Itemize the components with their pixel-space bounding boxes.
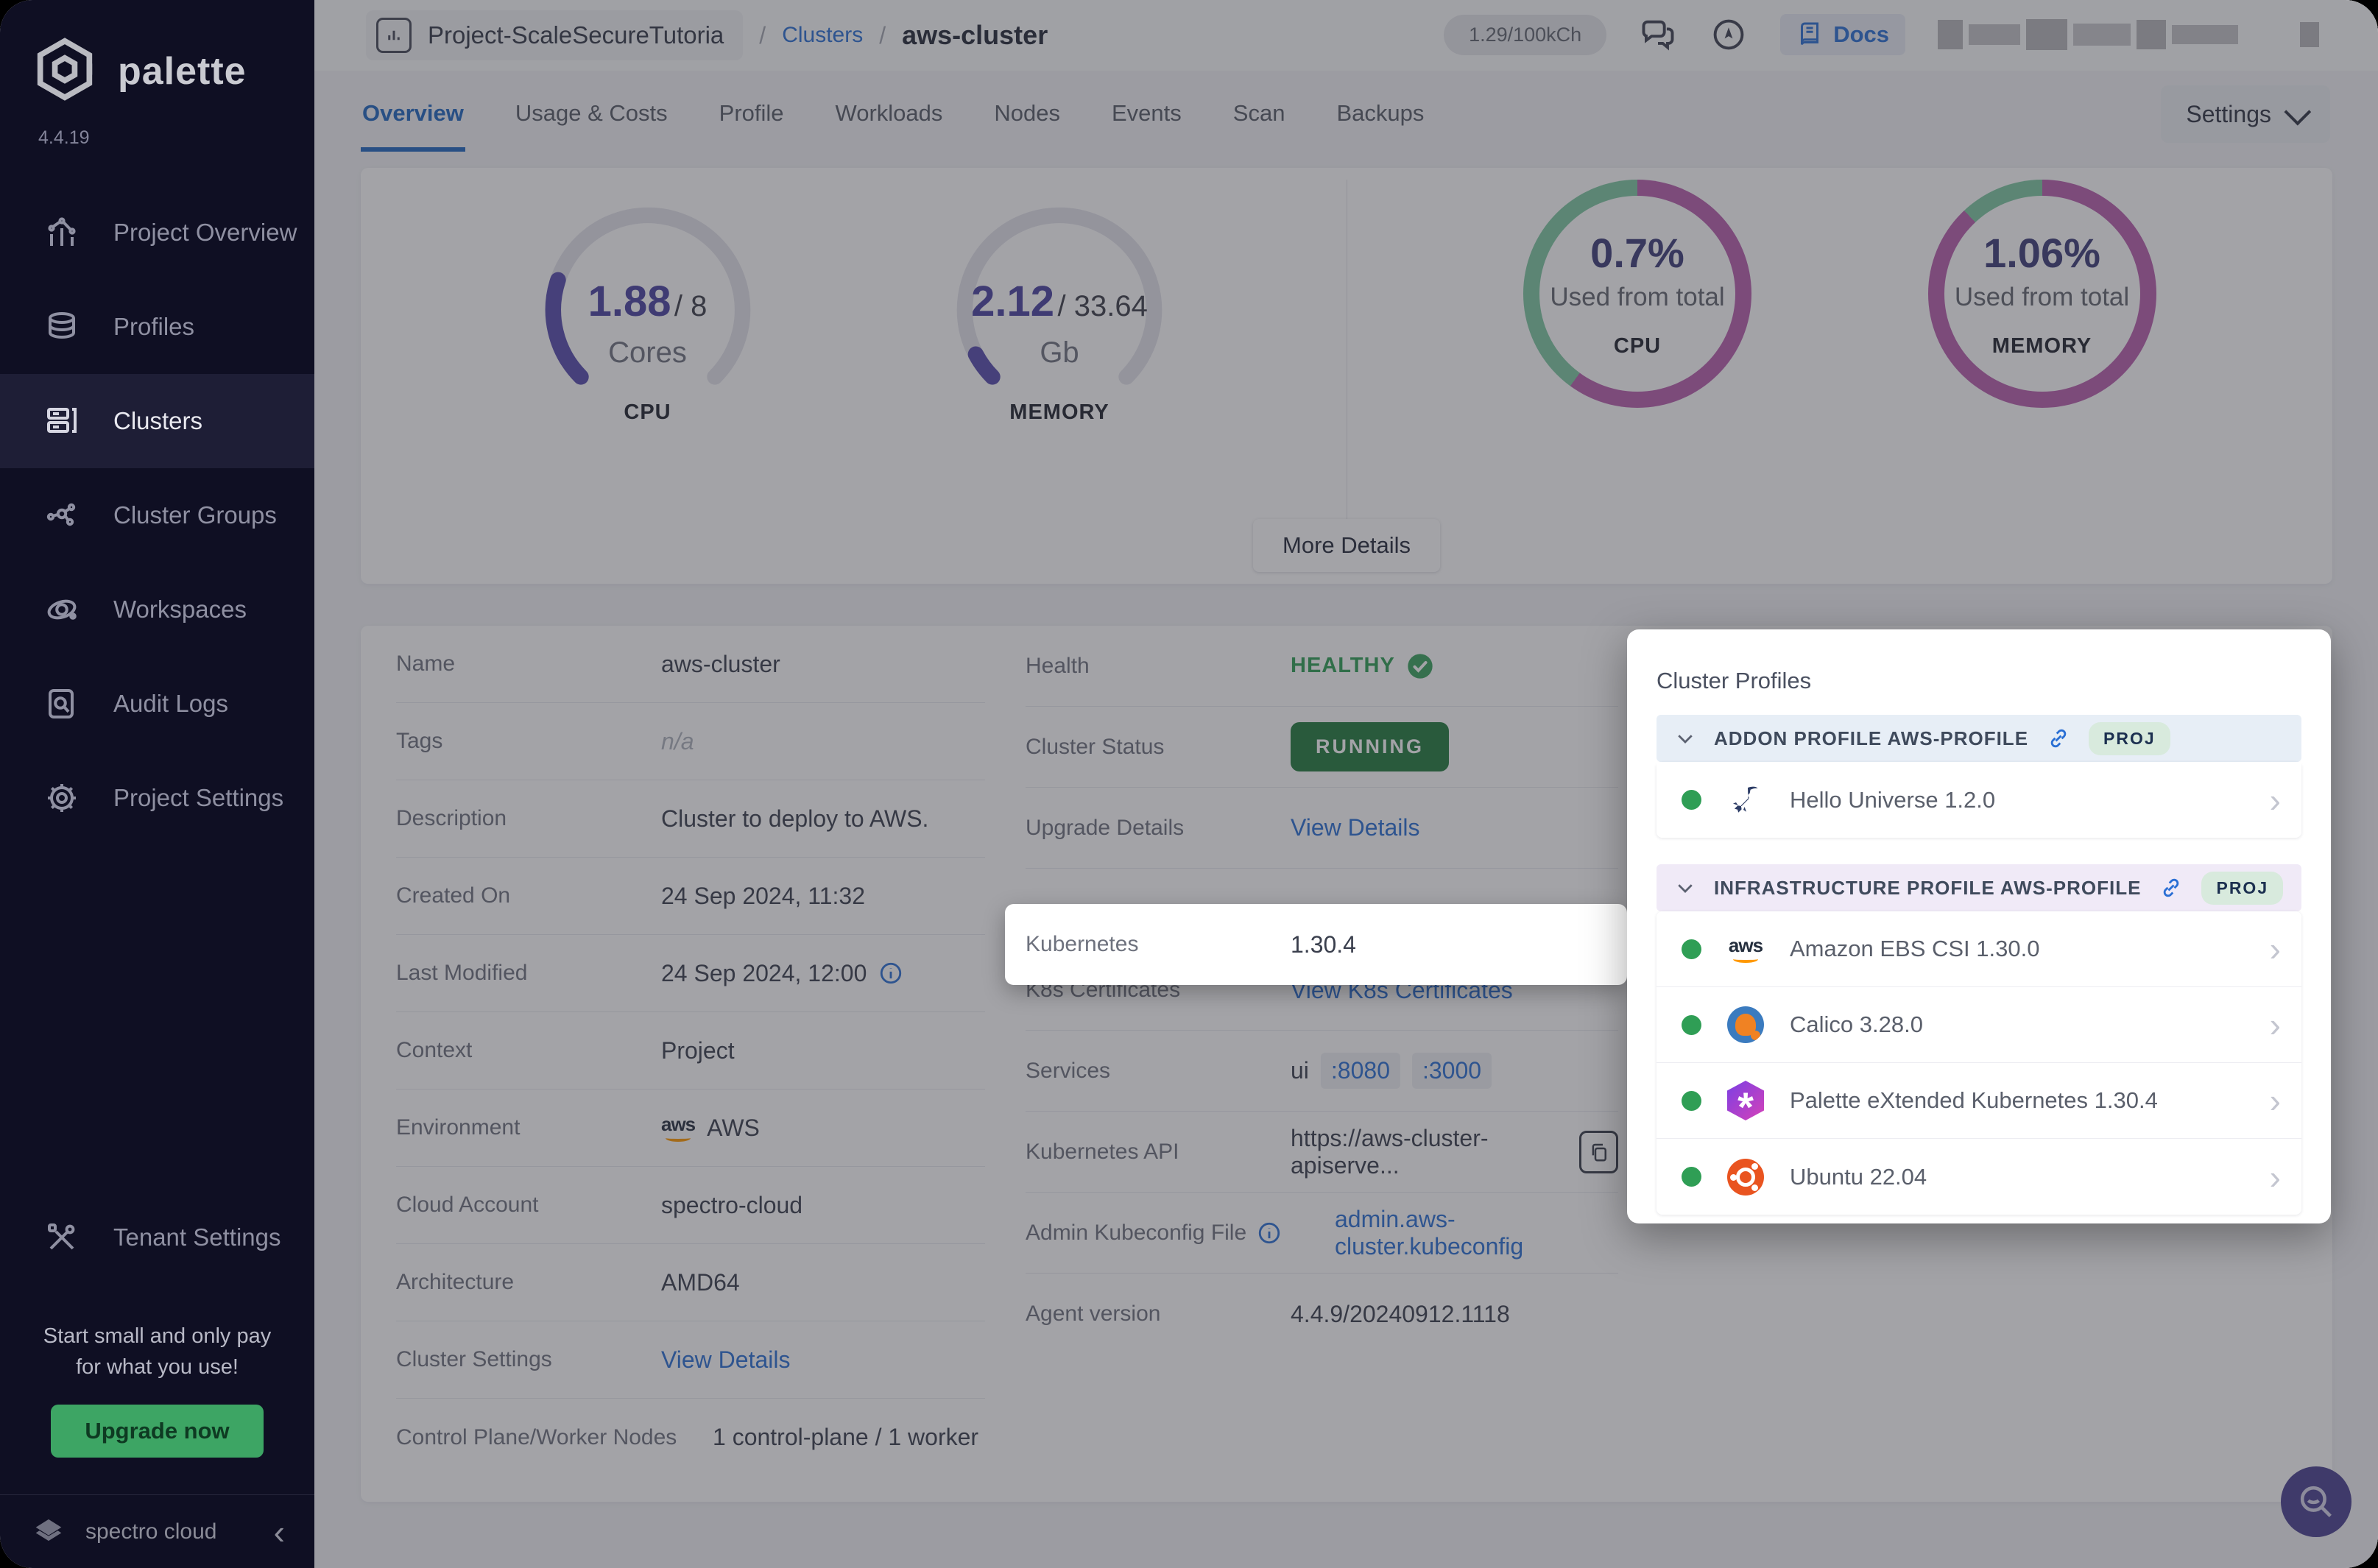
orbit-icon xyxy=(44,592,80,627)
sidebar-nav: Project Overview Profiles Clusters Clust… xyxy=(0,186,314,845)
sidebar-item-label: Project Overview xyxy=(113,219,297,246)
ubuntu-logo xyxy=(1726,1158,1765,1196)
popup-title: Cluster Profiles xyxy=(1657,668,1812,693)
app-version: 4.4.19 xyxy=(38,127,90,148)
sidebar-item-label: Audit Logs xyxy=(113,690,228,717)
status-dot xyxy=(1682,790,1701,810)
status-dot xyxy=(1682,939,1701,959)
link-icon[interactable] xyxy=(2159,875,2184,900)
sidebar-item-project-settings[interactable]: Project Settings xyxy=(0,751,314,845)
promo-line-2: for what you use! xyxy=(76,1355,239,1379)
profile-item-calico[interactable]: Calico 3.28.0 › xyxy=(1657,987,2301,1063)
chevron-right-icon[interactable]: › xyxy=(2270,1160,2281,1194)
app-window: palette 4.4.19 Project Overview Profiles xyxy=(0,0,2378,1568)
sidebar-item-label: Clusters xyxy=(113,407,203,434)
sidebar: palette 4.4.19 Project Overview Profiles xyxy=(0,0,314,1568)
sidebar-item-project-overview[interactable]: Project Overview xyxy=(0,186,314,280)
audit-log-icon xyxy=(44,686,80,721)
sidebar-item-cluster-groups[interactable]: Cluster Groups xyxy=(0,468,314,562)
sidebar-item-clusters[interactable]: Clusters xyxy=(0,374,314,468)
cluster-profiles-popup: Cluster Profiles ADDON PROFILE AWS-PROFI… xyxy=(1627,629,2331,1223)
chevron-right-icon[interactable]: › xyxy=(2270,783,2281,817)
status-dot xyxy=(1682,1167,1701,1187)
scope-badge: PROJ xyxy=(2201,871,2284,905)
infrastructure-profile-list: aws Amazon EBS CSI 1.30.0 › Calico 3.28.… xyxy=(1657,911,2301,1215)
profile-item-ubuntu[interactable]: Ubuntu 22.04 › xyxy=(1657,1139,2301,1215)
chevron-right-icon[interactable]: › xyxy=(2270,1084,2281,1117)
link-icon[interactable] xyxy=(2046,726,2071,751)
sidebar-item-tenant-settings[interactable]: Tenant Settings xyxy=(0,1190,314,1285)
hello-universe-logo xyxy=(1726,781,1765,819)
infrastructure-profile-section-header[interactable]: INFRASTRUCTURE PROFILE AWS-PROFILE PROJ xyxy=(1657,864,2301,911)
tools-icon xyxy=(44,1220,80,1255)
chevron-down-icon xyxy=(1674,877,1696,899)
sidebar-item-label: Profiles xyxy=(113,313,195,340)
brand-name: palette xyxy=(118,49,247,93)
upgrade-promo: Start small and only pay for what you us… xyxy=(0,1321,314,1458)
bar-chart-icon xyxy=(44,215,80,250)
sidebar-item-profiles[interactable]: Profiles xyxy=(0,280,314,374)
addon-profile-list: Hello Universe 1.2.0 › xyxy=(1657,762,2301,838)
aws-logo: aws xyxy=(1726,930,1765,968)
brand-row: palette xyxy=(0,0,314,108)
sidebar-item-label: Cluster Groups xyxy=(113,501,277,529)
kubernetes-label: Kubernetes xyxy=(1026,932,1139,956)
calico-logo xyxy=(1726,1006,1765,1044)
sidebar-footer: spectro cloud ‹ xyxy=(0,1494,314,1568)
scope-badge: PROJ xyxy=(2089,721,2170,755)
palette-logo-icon xyxy=(31,34,99,108)
sidebar-item-audit-logs[interactable]: Audit Logs xyxy=(0,657,314,751)
palette-pxk-logo: * xyxy=(1726,1081,1765,1120)
profile-item-palette-extended-kubernetes[interactable]: * Palette eXtended Kubernetes 1.30.4 › xyxy=(1657,1063,2301,1139)
sidebar-item-label: Project Settings xyxy=(113,784,284,811)
sidebar-item-label: Workspaces xyxy=(113,596,247,623)
server-icon xyxy=(44,403,80,439)
addon-profile-section-header[interactable]: ADDON PROFILE AWS-PROFILE PROJ xyxy=(1657,715,2301,762)
chevron-down-icon xyxy=(1674,727,1696,749)
profile-item-hello-universe[interactable]: Hello Universe 1.2.0 › xyxy=(1657,762,2301,838)
chevron-right-icon[interactable]: › xyxy=(2270,1008,2281,1042)
spectro-cloud-logo-icon xyxy=(29,1511,68,1553)
sidebar-item-workspaces[interactable]: Workspaces xyxy=(0,562,314,657)
status-dot xyxy=(1682,1014,1701,1035)
upgrade-now-button[interactable]: Upgrade now xyxy=(51,1405,264,1458)
footer-brand: spectro cloud xyxy=(85,1519,217,1544)
kubernetes-version: 1.30.4 xyxy=(1291,930,1356,958)
main-content: Project-ScaleSecureTutoria / Clusters / … xyxy=(314,0,2378,1568)
profile-item-amazon-ebs-csi[interactable]: aws Amazon EBS CSI 1.30.0 › xyxy=(1657,911,2301,987)
chevron-right-icon[interactable]: › xyxy=(2270,932,2281,966)
layers-icon xyxy=(44,309,80,345)
kubernetes-spotlight-row: Kubernetes 1.30.4 xyxy=(1005,904,1627,985)
collapse-sidebar-icon[interactable]: ‹ xyxy=(274,1515,285,1549)
promo-line-1: Start small and only pay xyxy=(43,1324,272,1348)
status-dot xyxy=(1682,1090,1701,1111)
gear-icon xyxy=(44,780,80,816)
network-icon xyxy=(44,498,80,533)
sidebar-item-label: Tenant Settings xyxy=(113,1223,281,1251)
